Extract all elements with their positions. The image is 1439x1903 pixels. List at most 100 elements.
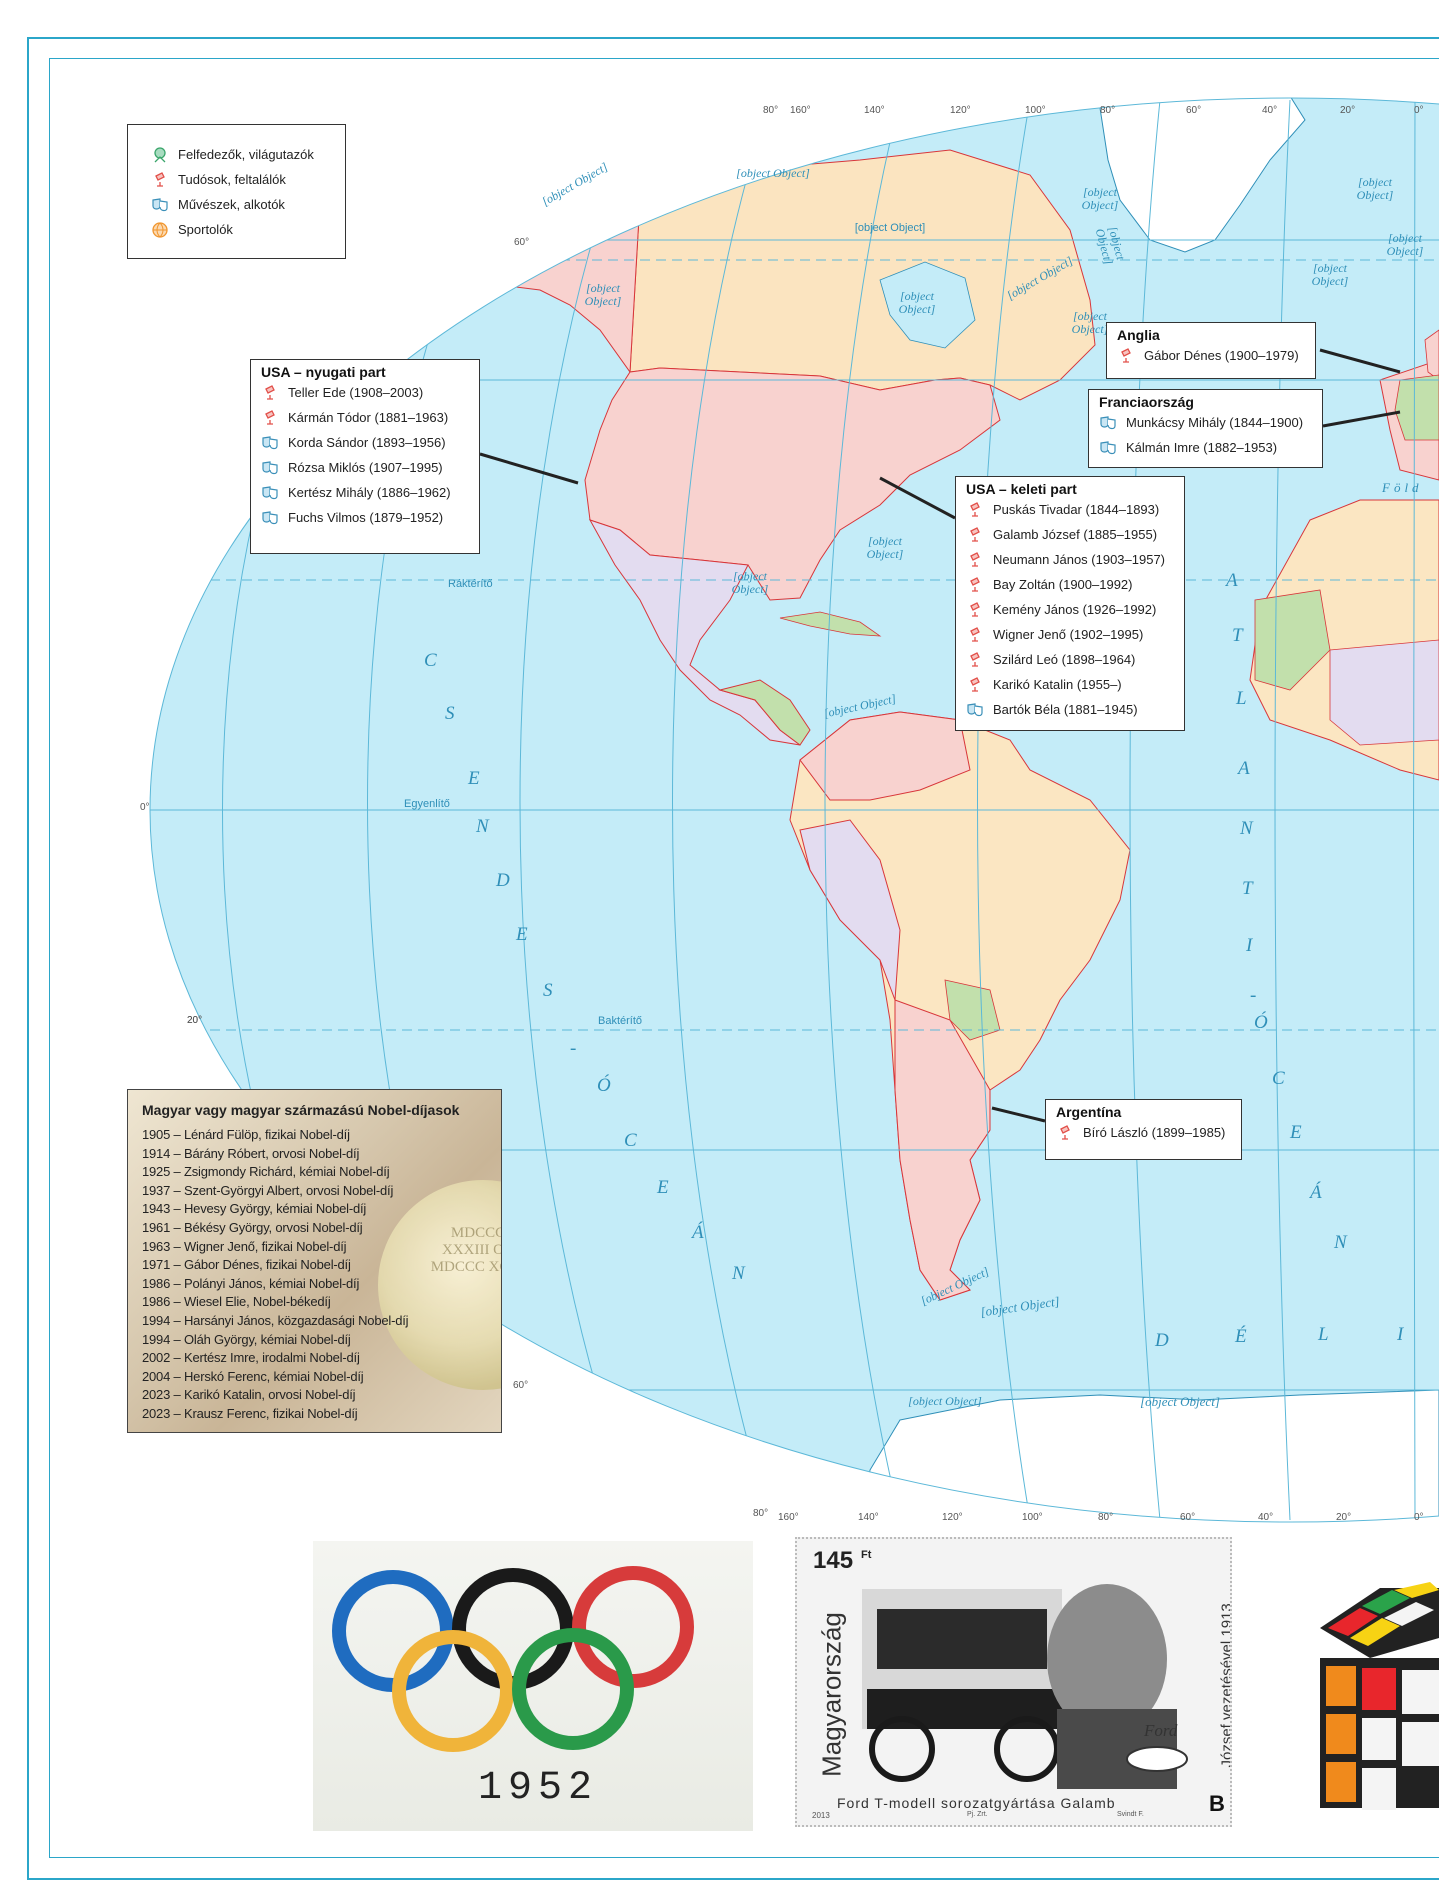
stamp-value: 145 — [813, 1547, 854, 1574]
ocean-letter: N — [732, 1263, 745, 1284]
person-row: Puskás Tivadar (1844–1893) — [966, 497, 1184, 522]
person-name: Szilárd Leó (1898–1964) — [993, 652, 1136, 667]
bottom-degree-label: 80° — [753, 1508, 769, 1519]
legend-label: Sportolók — [178, 222, 233, 237]
person-name: Kármán Tódor (1881–1963) — [288, 410, 449, 425]
person-name: Korda Sándor (1893–1956) — [288, 435, 446, 450]
usa-west-box: USA – nyugati part Teller Ede (1908–2003… — [250, 359, 480, 554]
ocean-letter: Ó — [597, 1075, 611, 1096]
equator-label: Egyenlítő — [404, 798, 450, 810]
box-title: USA – nyugati part — [261, 364, 386, 380]
legend-label: Művészek, alkotók — [178, 197, 285, 212]
sea-label: [object Object] — [908, 1394, 982, 1408]
bottom-degree-label: 60° — [1180, 1512, 1196, 1523]
nobel-box: MDCCC XXXIII OB MDCCC XCVI Magyar vagy m… — [127, 1089, 502, 1433]
nobel-line: 1986 – Wiesel Elie, Nobel-békedíj — [142, 1294, 331, 1310]
person-name: Kálmán Imre (1882–1953) — [1126, 440, 1278, 455]
stamp-caption: Ford T-modell sorozatgyártása Galamb — [837, 1795, 1116, 1811]
top-degree-label: 160° — [790, 105, 811, 116]
scientist-icon — [970, 551, 980, 567]
person-row: Rózsa Miklós (1907–1995) — [261, 455, 479, 480]
person-name: Rózsa Miklós (1907–1995) — [288, 460, 443, 475]
bottom-degree-label: 80° — [1098, 1512, 1114, 1523]
ocean-letter: I — [1246, 935, 1253, 956]
stamp-credit-right: Svindt F. — [1117, 1811, 1144, 1818]
ocean-letter: Ó — [1254, 1012, 1268, 1033]
person-row: Neumann János (1903–1957) — [966, 547, 1184, 572]
scientist-icon — [970, 676, 980, 692]
legend-item: Művészek, alkotók — [151, 192, 345, 217]
scientist-icon — [1121, 347, 1131, 363]
ocean-letter: A — [1226, 570, 1238, 591]
top-degree-label: 140° — [864, 105, 885, 116]
nobel-line: 1905 – Lénárd Fülöp, fizikai Nobel-díj — [142, 1127, 350, 1142]
nobel-line: 1925 – Zsigmondy Richárd, kémiai Nobel-d… — [142, 1164, 390, 1180]
top-degree-label: 120° — [950, 105, 971, 116]
artist-icon — [262, 485, 278, 499]
person-row: Kertész Mihály (1886–1962) — [261, 480, 479, 505]
bottom-degree-label: 40° — [1258, 1512, 1274, 1523]
top-degree-label: 0° — [1414, 105, 1424, 116]
box-title: USA – keleti part — [966, 481, 1077, 497]
ocean-letter: C — [1272, 1068, 1285, 1089]
bottom-degree-label: 140° — [858, 1512, 879, 1523]
person-name: Neumann János (1903–1957) — [993, 552, 1166, 567]
ocean-letter: A — [1238, 758, 1250, 779]
sea-label: [object Object] — [1081, 185, 1119, 212]
ocean-letter: É — [1235, 1326, 1247, 1347]
person-row: Korda Sándor (1893–1956) — [261, 430, 479, 455]
sea-label: [object Object] — [1356, 175, 1394, 202]
west-africa-purple — [1329, 639, 1439, 746]
person-name: Fuchs Vilmos (1879–1952) — [288, 510, 444, 525]
legend-box: Felfedezők, világutazók Tudósok, feltalá… — [127, 124, 346, 259]
ocean-letter: T — [1232, 625, 1243, 646]
legend-item: Tudósok, feltalálók — [151, 167, 345, 192]
athlete-icon — [152, 221, 168, 238]
artist-icon — [1100, 415, 1116, 429]
ocean-letter: E — [657, 1177, 669, 1198]
stamp-year: 2013 — [812, 1811, 830, 1820]
box-title: Argentína — [1056, 1104, 1122, 1120]
bottom-degree-label: 20° — [1336, 1512, 1352, 1523]
box-title: Anglia — [1117, 327, 1160, 343]
sea-label: [object Object] — [584, 281, 622, 308]
person-name: Kemény János (1926–1992) — [993, 602, 1157, 617]
ocean-letter: Á — [1310, 1182, 1322, 1203]
ocean-letter: C — [424, 650, 437, 671]
ocean-letter: S — [543, 980, 553, 1001]
anglia-box: Anglia Gábor Dénes (1900–1979) — [1106, 322, 1316, 379]
bottom-degree-label: 120° — [942, 1512, 963, 1523]
lat-degree-label: 20° — [187, 1015, 203, 1026]
top-degree-label: 80° — [763, 105, 779, 116]
person-row: Bartók Béla (1881–1945) — [966, 697, 1184, 722]
ford-stamp: 145 Ft Magyarország Ford Ford T-modell s… — [795, 1537, 1232, 1827]
ocean-letter: C — [624, 1130, 637, 1151]
person-row: Munkácsy Mihály (1844–1900) — [1099, 410, 1322, 435]
person-name: Bay Zoltán (1900–1992) — [993, 577, 1133, 592]
sea-label: [object Object] — [866, 534, 904, 561]
ocean-letter: D — [1155, 1330, 1169, 1351]
artist-icon — [967, 702, 983, 716]
stamp-currency: Ft — [861, 1549, 872, 1561]
bottom-degree-label: 0° — [1414, 1512, 1424, 1523]
top-degree-label: 80° — [1100, 105, 1116, 116]
ocean-letter: L — [1236, 688, 1247, 709]
usa-east-box: USA – keleti part Puskás Tivadar (1844–1… — [955, 476, 1185, 731]
nobel-line: 2004 – Herskó Ferenc, kémiai Nobel-díj — [142, 1368, 364, 1384]
sea-label: [object Object] — [1140, 1394, 1220, 1409]
ocean-letter: - — [570, 1038, 577, 1059]
scientist-icon — [970, 626, 980, 642]
ocean-letter: S — [445, 703, 455, 724]
person-name: Puskás Tivadar (1844–1893) — [993, 502, 1160, 517]
top-degree-label: 20° — [1340, 105, 1356, 116]
ocean-letter: E — [1290, 1122, 1302, 1143]
person-name: Gábor Dénes (1900–1979) — [1144, 348, 1299, 363]
ocean-letter: E — [516, 924, 528, 945]
stamp-credit-left: Pj. Zrt. — [967, 1811, 988, 1818]
tropic-cancer-label: Ráktérítő — [448, 578, 493, 590]
stamp-side-text: József vezetésével 1913 — [1218, 1603, 1232, 1768]
bottom-degree-label: 160° — [778, 1512, 799, 1523]
person-row: Gábor Dénes (1900–1979) — [1117, 343, 1315, 368]
scientist-icon — [265, 409, 275, 425]
person-name: Wigner Jenő (1902–1995) — [993, 627, 1144, 642]
